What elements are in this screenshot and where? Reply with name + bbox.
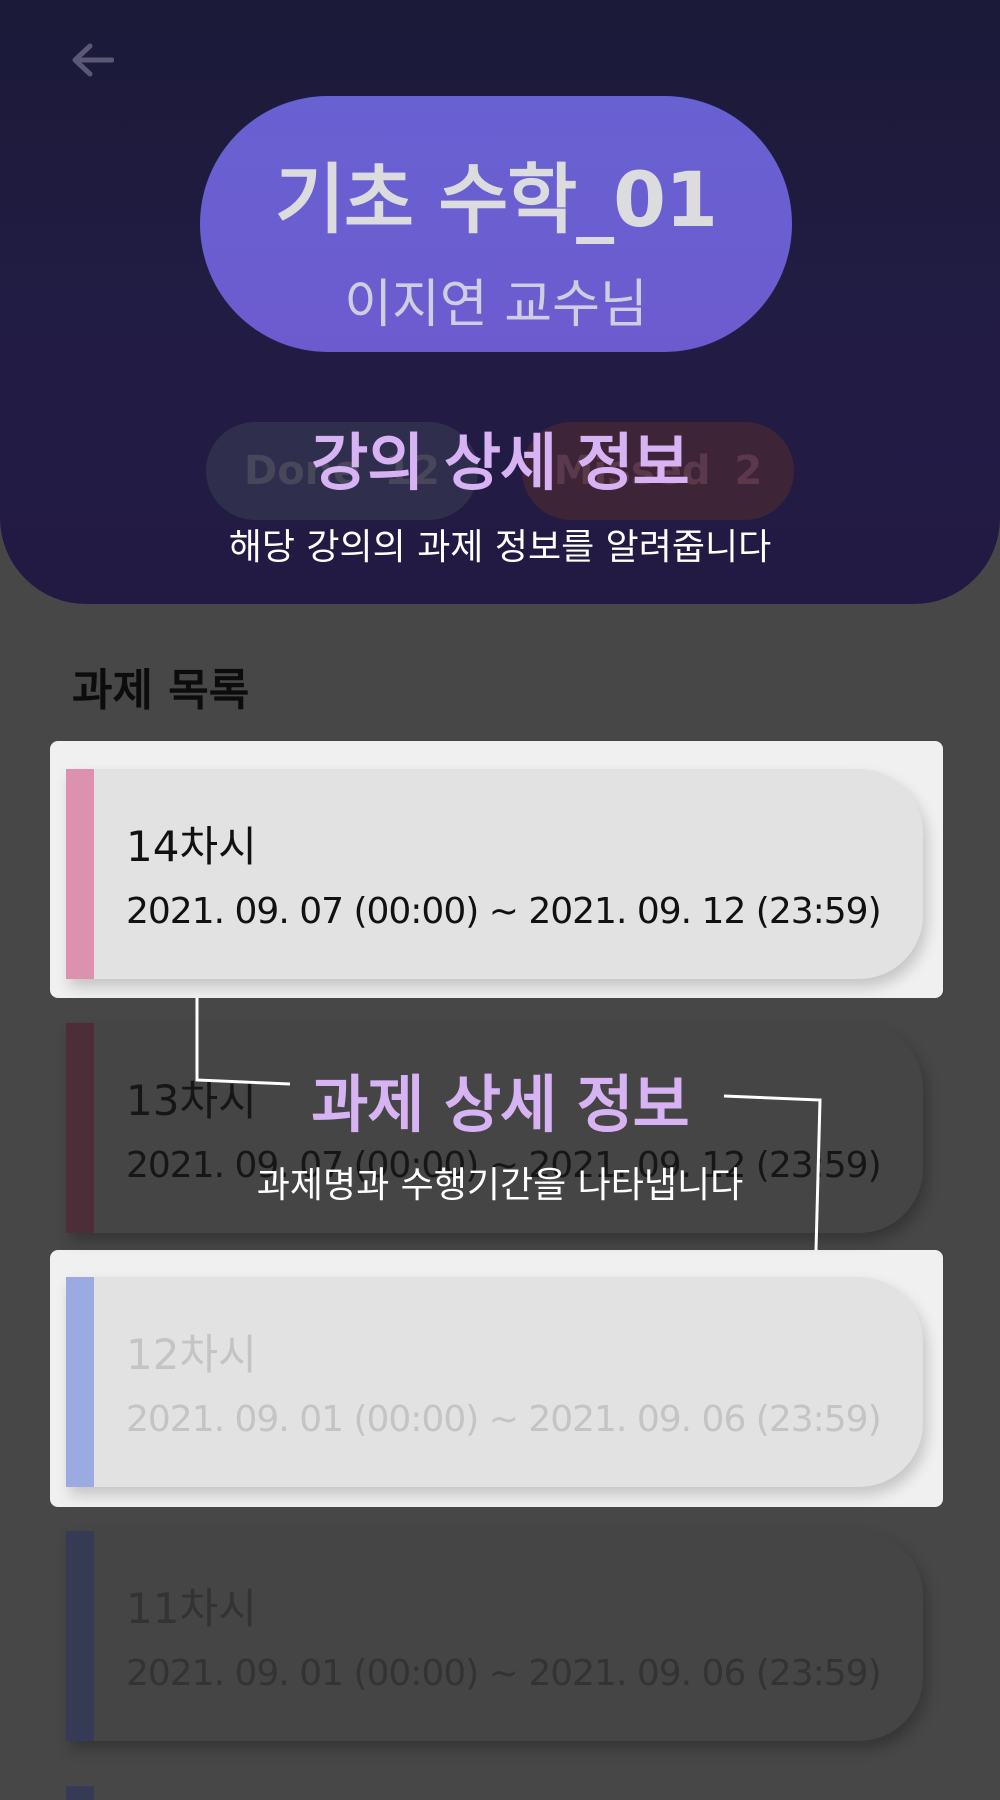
assignment-info-title: 과제 상세 정보 (311, 1068, 689, 1141)
callout-connector (195, 998, 822, 1251)
assignment-info-desc: 과제명과 수행기간을 나타냅니다 (256, 1165, 744, 1206)
